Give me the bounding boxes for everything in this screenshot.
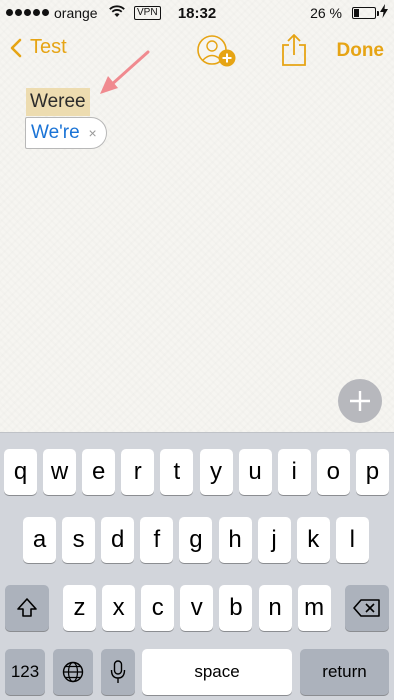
chevron-left-icon <box>10 38 22 57</box>
misspelled-word[interactable]: Weree <box>26 88 90 116</box>
suggestion-text: We're <box>31 122 80 143</box>
key-y[interactable]: y <box>199 449 233 495</box>
checklist-plus-button[interactable] <box>338 379 382 423</box>
key-e[interactable]: e <box>82 449 116 495</box>
globe-icon <box>62 661 84 683</box>
backspace-key[interactable] <box>345 585 389 631</box>
key-c[interactable]: c <box>141 585 175 631</box>
key-l[interactable]: l <box>335 517 369 563</box>
status-bar: orange VPN 18:32 26 % <box>0 0 394 26</box>
key-k[interactable]: k <box>296 517 330 563</box>
add-people-button[interactable] <box>196 32 240 72</box>
key-v[interactable]: v <box>180 585 214 631</box>
numbers-key[interactable]: 123 <box>5 649 45 695</box>
shift-icon <box>17 598 37 617</box>
key-h[interactable]: h <box>218 517 252 563</box>
plus-icon <box>350 391 370 411</box>
dictation-key[interactable] <box>101 649 135 695</box>
back-button[interactable]: Test <box>10 36 67 59</box>
key-m[interactable]: m <box>297 585 331 631</box>
charging-icon <box>380 4 388 21</box>
space-key[interactable]: space <box>142 649 292 695</box>
battery-icon <box>352 7 379 19</box>
share-icon <box>282 34 306 66</box>
key-f[interactable]: f <box>140 517 174 563</box>
key-p[interactable]: p <box>355 449 389 495</box>
key-z[interactable]: z <box>63 585 96 631</box>
dismiss-suggestion-icon[interactable]: × <box>89 125 97 141</box>
key-g[interactable]: g <box>179 517 213 563</box>
delete-icon <box>353 599 380 617</box>
add-person-icon <box>197 35 236 67</box>
key-x[interactable]: x <box>102 585 136 631</box>
key-d[interactable]: d <box>101 517 135 563</box>
autocorrect-suggestion[interactable]: We're × <box>25 117 107 149</box>
key-n[interactable]: n <box>258 585 292 631</box>
key-t[interactable]: t <box>160 449 194 495</box>
key-i[interactable]: i <box>277 449 311 495</box>
share-button[interactable] <box>281 33 307 67</box>
key-o[interactable]: o <box>316 449 350 495</box>
navigation-bar: Test Done <box>0 26 394 76</box>
pointer-arrow-icon <box>100 50 150 94</box>
key-s[interactable]: s <box>62 517 96 563</box>
key-j[interactable]: j <box>257 517 291 563</box>
shift-key[interactable] <box>5 585 49 631</box>
globe-key[interactable] <box>53 649 93 695</box>
back-button-label: Test <box>30 36 67 58</box>
battery-percentage: 26 % <box>310 5 342 21</box>
return-key[interactable]: return <box>300 649 389 695</box>
microphone-icon <box>110 660 126 683</box>
key-w[interactable]: w <box>43 449 77 495</box>
keyboard: qwertyuiop asdfghjkl zxcvbnm 123 space r… <box>0 432 394 700</box>
key-a[interactable]: a <box>23 517 56 563</box>
done-button[interactable]: Done <box>337 40 385 62</box>
key-b[interactable]: b <box>219 585 253 631</box>
key-q[interactable]: q <box>4 449 37 495</box>
key-u[interactable]: u <box>238 449 272 495</box>
key-r[interactable]: r <box>121 449 155 495</box>
